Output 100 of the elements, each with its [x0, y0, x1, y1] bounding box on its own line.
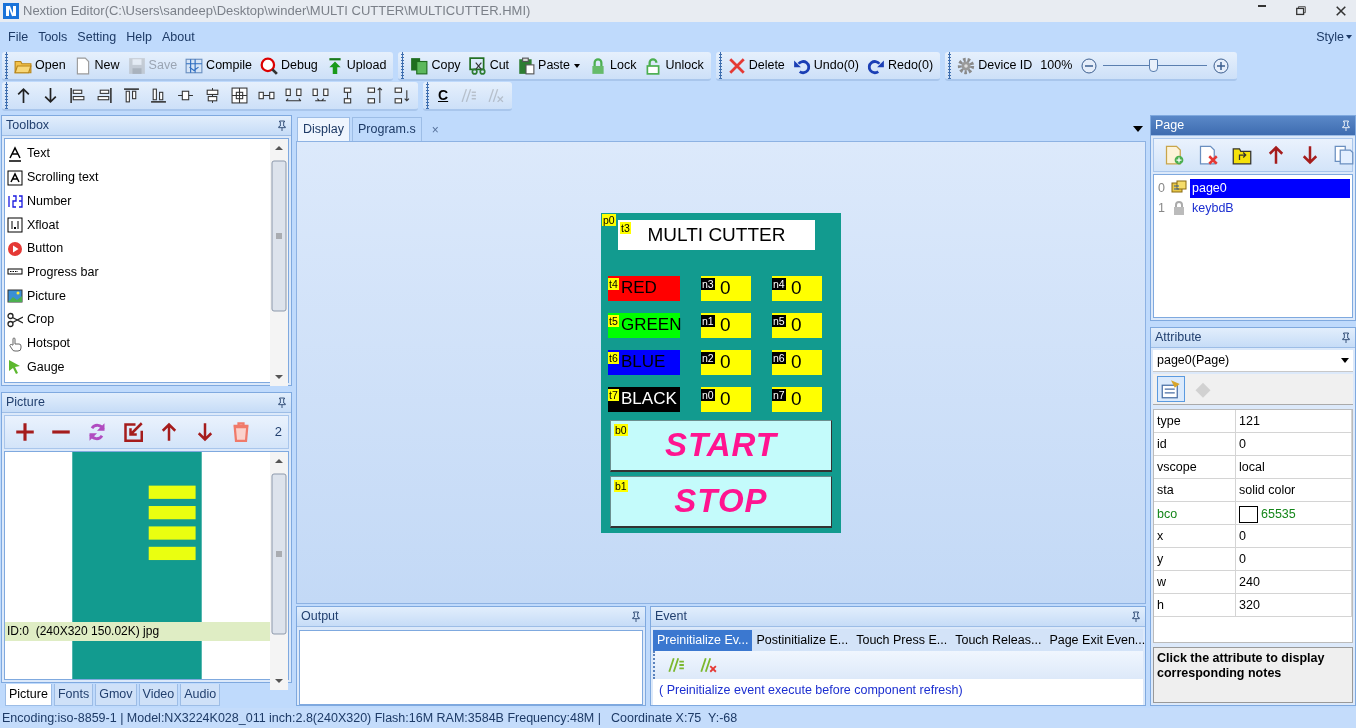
toolbar-button[interactable]: Unlock [641, 54, 707, 77]
attribute-value[interactable]: 65535 [1236, 502, 1352, 527]
attribute-name[interactable]: w [1154, 571, 1236, 594]
attribute-name[interactable]: sta [1154, 479, 1236, 502]
component-text: GREEN [621, 314, 682, 336]
attribute-value[interactable]: 320 [1236, 594, 1352, 617]
event-tab[interactable]: Preinitialize Ev... [653, 629, 753, 651]
up-arrow-icon [159, 422, 179, 443]
component-id-tag: n5 [772, 314, 786, 327]
panel-tab[interactable]: Audio [180, 684, 221, 706]
toolbox-item[interactable]: Hotspot [7, 331, 268, 356]
component-value: 0 [720, 276, 731, 300]
attribute-value[interactable]: 0 [1236, 433, 1352, 456]
style-menu[interactable]: Style [1316, 29, 1353, 45]
toolbar-button[interactable]: Device ID [954, 54, 1036, 77]
panel-title: Event [655, 609, 687, 624]
pin-icon [277, 119, 287, 132]
toolbar-button[interactable]: Cut [465, 54, 513, 77]
slider-thumb[interactable] [1149, 58, 1159, 72]
menu-item[interactable]: About [157, 29, 200, 45]
toolbar-button[interactable]: Copy [407, 54, 464, 77]
delete-icon [727, 56, 746, 75]
toolbox-item[interactable]: Picture [7, 284, 268, 309]
toolbar-button[interactable]: Undo(0) [789, 54, 862, 77]
minimize-icon [1257, 5, 1267, 8]
toolbar-button[interactable]: Open [11, 54, 69, 77]
attribute-name[interactable]: h [1154, 594, 1236, 617]
caret-icon [1345, 33, 1353, 41]
component-text: STOP [674, 481, 768, 521]
event-tab[interactable]: Postinitialize E... [752, 629, 853, 651]
plus-icon [15, 422, 35, 443]
panel-tab[interactable]: Picture [5, 684, 52, 706]
toolbar-button[interactable]: Redo(0) [864, 54, 937, 77]
toolbox-item[interactable]: Xfloat [7, 213, 268, 237]
toolbox-item[interactable]: Number [7, 189, 268, 214]
attribute-name[interactable]: type [1154, 410, 1236, 433]
hand-pointer-icon [7, 335, 23, 352]
toolbar-button[interactable]: Lock [586, 54, 640, 77]
attribute-value[interactable]: 0 [1236, 525, 1352, 548]
minus-icon [51, 430, 71, 435]
restore-icon [1295, 5, 1307, 17]
toolbar-button[interactable]: C [432, 87, 455, 104]
window-title: Nextion Editor(C:\Users\sandeep\Desktop\winder\MULTI CUTTER\MULTICUTTER.HMI) [23, 3, 531, 19]
event-tab[interactable]: Page Exit Even... [1045, 629, 1150, 651]
menu-item[interactable]: Help [121, 29, 157, 45]
attribute-value[interactable]: 0 [1236, 548, 1352, 571]
panel-tab[interactable]: Fonts [53, 684, 94, 706]
toolbox-item[interactable]: Crop [7, 308, 268, 332]
zoom-slider[interactable] [1103, 57, 1208, 74]
toolbox-item[interactable]: Text [7, 142, 268, 166]
attribute-value[interactable]: local [1236, 456, 1352, 479]
status-coordinate: Coordinate X:75 Y:-68 [611, 710, 738, 726]
event-description: ( Preinitialize event execute before component refresh) [653, 679, 1143, 705]
down-arrow-icon [195, 422, 215, 443]
toolbar-button[interactable]: Paste [514, 54, 585, 77]
menu-item[interactable]: Tools [33, 29, 73, 45]
align-left-icon [69, 87, 86, 104]
caret-icon [1341, 357, 1349, 364]
pin-icon [1341, 331, 1351, 344]
toolbar-button[interactable]: New [70, 54, 123, 77]
delete-page-icon [1198, 145, 1218, 165]
toolbar-button[interactable]: Compile [182, 54, 255, 77]
toolbox-item[interactable]: Gauge [7, 355, 268, 380]
menu-item[interactable]: Setting [72, 29, 122, 45]
document-tab[interactable]: Display [297, 117, 350, 141]
toolbox-item[interactable]: Scrolling text [7, 165, 268, 190]
picture-list-item[interactable]: ID:0 (240X320 150.02K) jpg [5, 622, 270, 642]
toolbar-button[interactable]: Upload [322, 54, 390, 77]
attribute-name[interactable]: vscope [1154, 456, 1236, 479]
pin-icon [631, 610, 641, 623]
attribute-name[interactable]: id [1154, 433, 1236, 456]
component-text: BLACK [621, 388, 677, 410]
object-dropdown[interactable]: page0(Page) [1153, 350, 1353, 372]
tab-close-button[interactable]: × [423, 122, 439, 141]
component-value: 0 [720, 350, 731, 374]
menu-item[interactable]: File [3, 29, 34, 45]
component-text: START [665, 425, 777, 465]
panel-tab[interactable]: Video [138, 684, 179, 706]
toolbar-button[interactable]: Delete [724, 54, 788, 77]
component-value: 0 [791, 276, 802, 300]
zoom-reading: 100% [1039, 57, 1074, 74]
attribute-name[interactable]: x [1154, 525, 1236, 548]
toolbox-item[interactable]: Button [7, 236, 268, 261]
align-top-icon [123, 87, 140, 104]
attribute-value[interactable]: 121 [1236, 410, 1352, 433]
page-list-item[interactable]: 1 keybdB [1156, 198, 1350, 218]
component-id-tag: n0 [701, 388, 715, 401]
attribute-value[interactable]: 240 [1236, 571, 1352, 594]
toolbar-button[interactable]: Debug [256, 54, 321, 77]
event-tab[interactable]: Touch Releas... [951, 629, 1046, 651]
attribute-name[interactable]: y [1154, 548, 1236, 571]
attribute-value[interactable]: solid color [1236, 479, 1352, 502]
component-value: 0 [791, 350, 802, 374]
attribute-name[interactable]: bco [1154, 502, 1236, 527]
text-tool-icon [7, 145, 23, 162]
panel-tab[interactable]: Gmov [95, 684, 137, 706]
folder-icon [1232, 145, 1252, 165]
toolbox-item[interactable]: Progress bar [7, 260, 268, 285]
event-tab[interactable]: Touch Press E... [852, 629, 952, 651]
component-value: 0 [720, 387, 731, 411]
